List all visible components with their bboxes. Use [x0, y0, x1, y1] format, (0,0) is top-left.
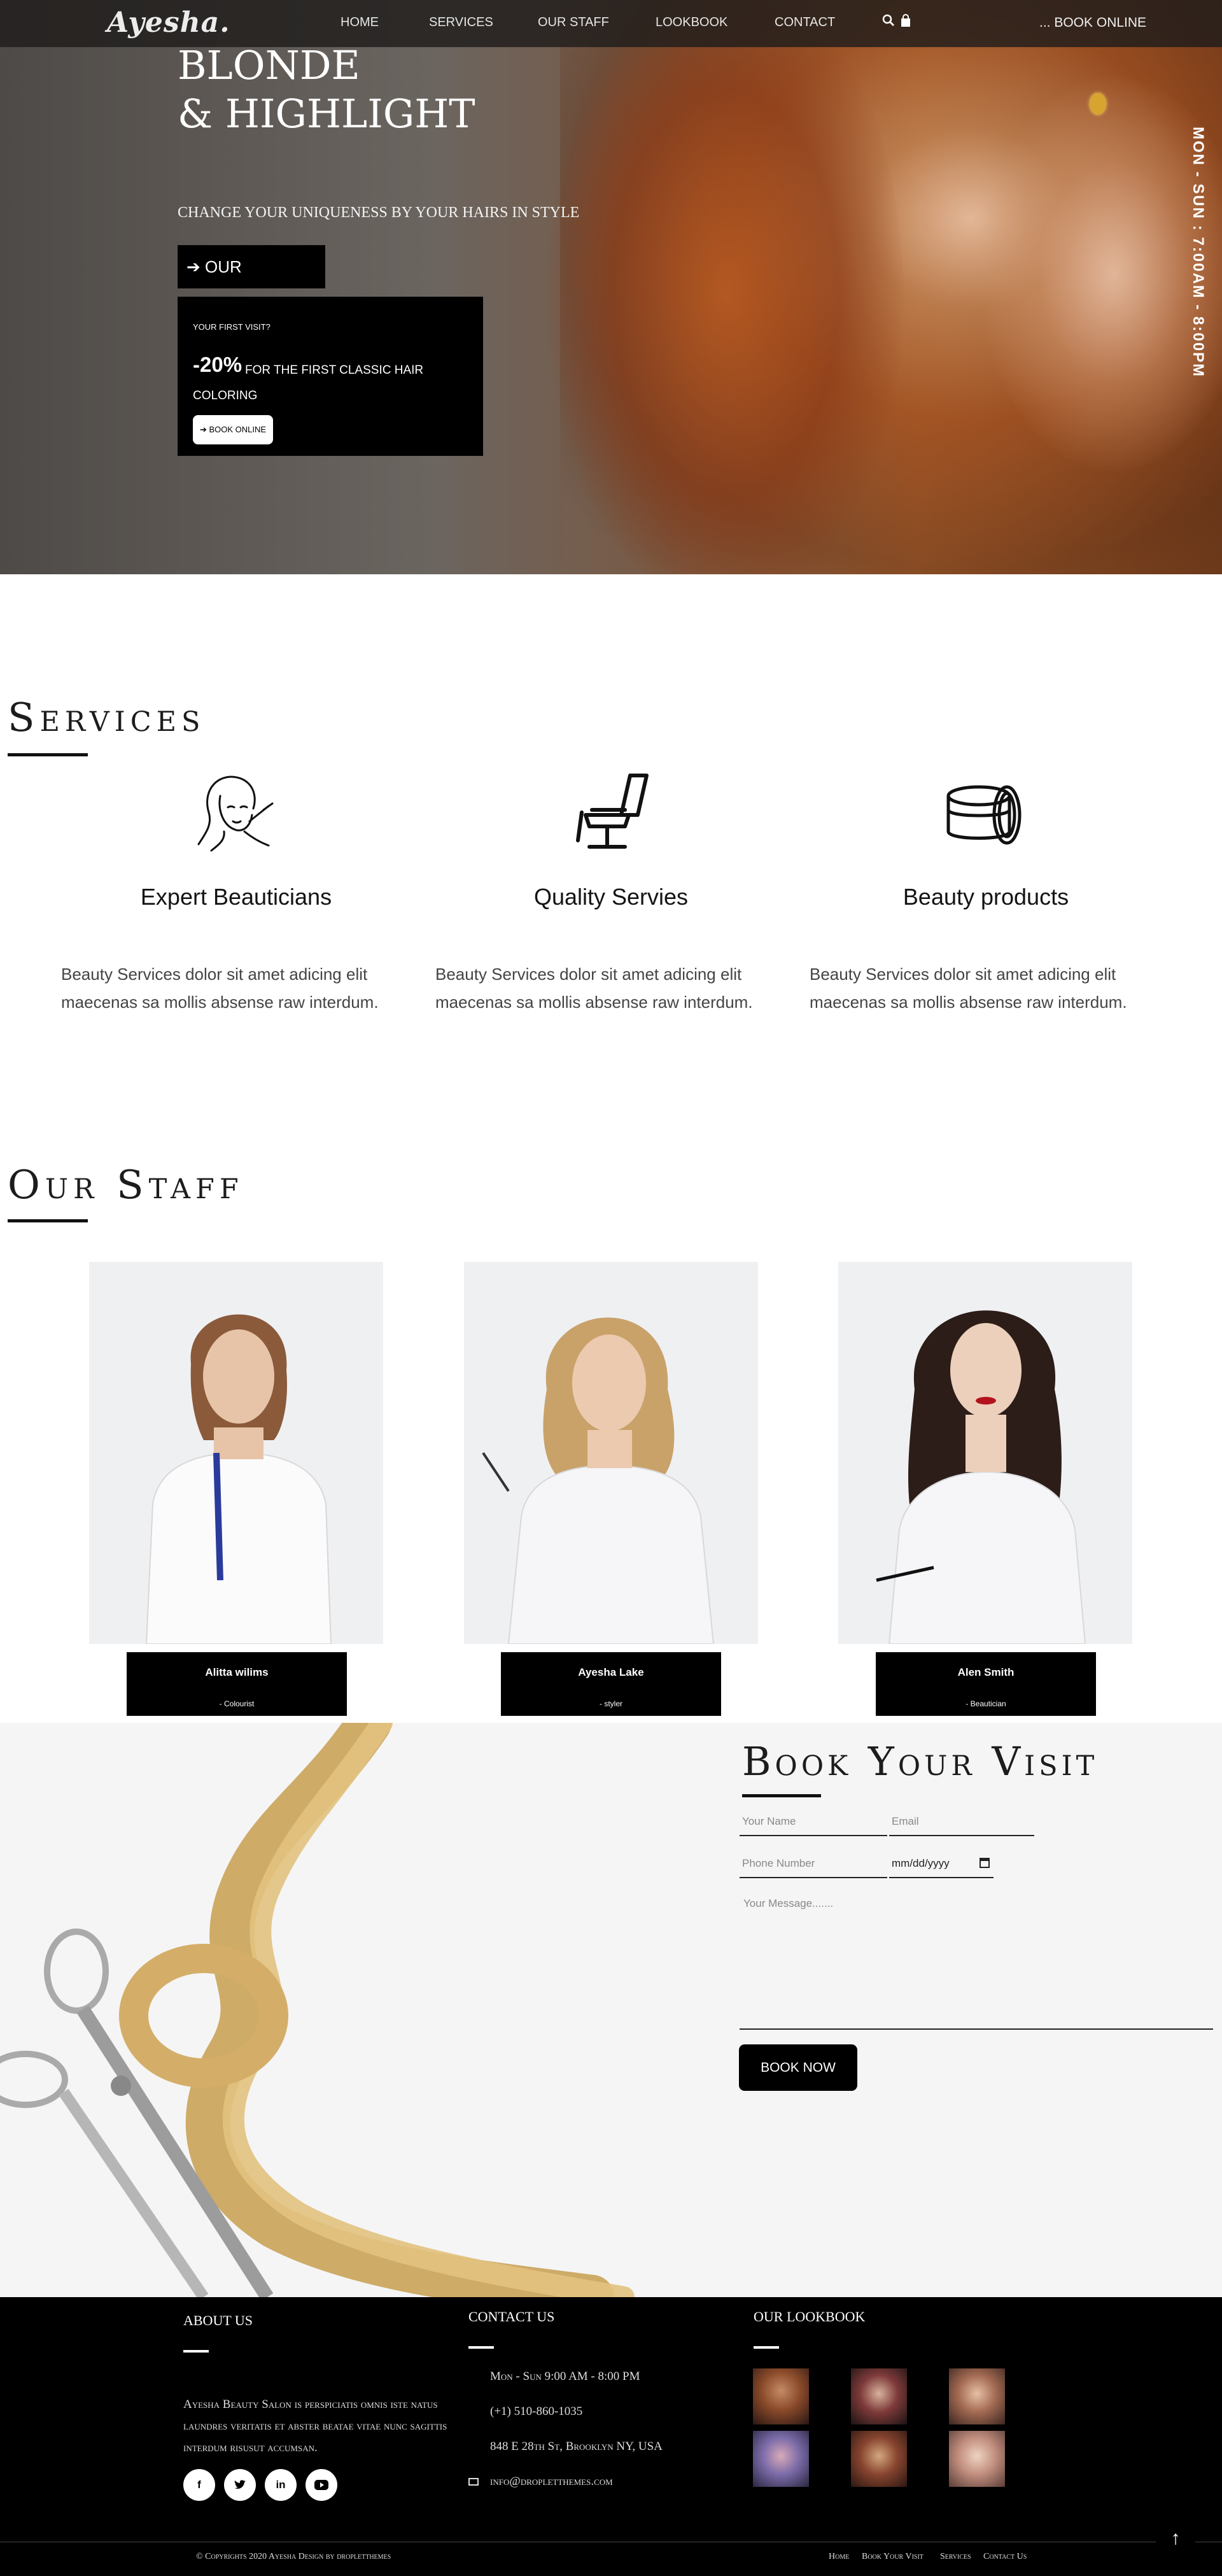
staff-name: Alen Smith	[957, 1666, 1015, 1678]
service-title-expert-beauticians: Expert Beauticians	[140, 884, 332, 910]
footer-address: 848 E 28th St, Brooklyn NY, USA	[490, 2440, 663, 2453]
linkedin-icon[interactable]: in	[265, 2469, 297, 2501]
arrow-right-icon: ➔	[186, 257, 200, 276]
opening-hours-text: MON - SUN : 7:00AM - 8:00PM	[1190, 127, 1207, 378]
promo-book-online-label: BOOK ONLINE	[209, 425, 267, 434]
lookbook-thumb[interactable]	[949, 2368, 1005, 2424]
nav-home[interactable]: HOME	[341, 15, 379, 30]
envelope-icon	[468, 2478, 479, 2486]
staff-role: - Beautician	[966, 1699, 1006, 1708]
service-desc-expert-beauticians: Beauty Services dolor sit amet adicing e…	[61, 965, 379, 1012]
lookbook-thumb[interactable]	[949, 2431, 1005, 2487]
search-icon[interactable]	[881, 14, 895, 29]
hero-title-line1: BLONDE	[178, 42, 360, 88]
footer-about-title: ABOUT US	[183, 2312, 253, 2328]
nav-lookbook[interactable]: LOOKBOOK	[656, 15, 727, 30]
services-title: Services	[8, 694, 206, 740]
nav-book-online[interactable]: ... BOOK ONLINE	[1039, 15, 1146, 31]
footer-link-home[interactable]: Home	[829, 2552, 849, 2562]
salon-chair-icon	[566, 770, 656, 853]
book-now-button[interactable]: BOOK NOW	[739, 2044, 857, 2091]
footer-hours: Mon - Sun 9:00 AM - 8:00 PM	[490, 2370, 640, 2383]
staff-photo-ayesha	[464, 1262, 758, 1644]
staff-name: Alitta wilims	[205, 1666, 269, 1678]
footer-contact-underline	[468, 2346, 494, 2349]
book-visit-underline	[742, 1794, 821, 1797]
hair-and-scissors-image	[0, 1723, 635, 2297]
footer-link-services[interactable]: Services	[940, 2552, 971, 2562]
service-desc-beauty-products: Beauty Services dolor sit amet adicing e…	[810, 965, 1127, 1012]
nav-our-staff[interactable]: OUR STAFF	[538, 15, 609, 30]
footer-link-book-your-visit[interactable]: Book Your Visit	[862, 2552, 924, 2562]
staff-card-alen: Alen Smith - Beautician	[876, 1652, 1096, 1716]
date-placeholder: mm/dd/yyyy	[892, 1857, 950, 1869]
promo-heading: YOUR FIRST VISIT?	[193, 322, 270, 332]
lookbook-thumb[interactable]	[851, 2368, 907, 2424]
nav-services[interactable]: SERVICES	[429, 15, 493, 30]
lookbook-thumb[interactable]	[753, 2368, 809, 2424]
hero-banner: BLONDE & HIGHLIGHT CHANGE YOUR UNIQUENES…	[0, 0, 1222, 574]
service-title-quality-servies: Quality Servies	[533, 884, 689, 910]
top-navbar: Ayesha. HOME SERVICES OUR STAFF LOOKBOOK…	[0, 0, 1222, 47]
email-input[interactable]: Email	[889, 1807, 1034, 1836]
cart-icon[interactable]	[899, 14, 913, 29]
facebook-icon[interactable]: f	[183, 2469, 215, 2501]
date-input[interactable]: mm/dd/yyyy	[889, 1849, 994, 1878]
service-desc-quality-servies: Beauty Services dolor sit amet adicing e…	[435, 965, 753, 1012]
footer-contact-title: CONTACT US	[468, 2309, 555, 2325]
staff-title-underline	[8, 1219, 88, 1222]
footer-email[interactable]: info@dropletthemes.com	[490, 2471, 613, 2493]
staff-photo-alen	[838, 1262, 1132, 1644]
promo-text: FOR THE FIRST CLASSIC HAIR COLORING	[193, 364, 424, 402]
copyright-text: © Copyrights 2020 Ayesha Design by dropl…	[196, 2552, 391, 2561]
footer-lookbook-title: OUR LOOKBOOK	[754, 2309, 866, 2325]
footer-about-text: Ayesha Beauty Salon is perspiciatis omni…	[183, 2398, 447, 2454]
phone-input[interactable]: Phone Number	[740, 1849, 887, 1878]
hero-title-line2: & HIGHLIGHT	[178, 90, 475, 137]
hero-hair-image	[547, 0, 904, 574]
staff-photo-alitta	[89, 1262, 383, 1644]
lookbook-thumb[interactable]	[753, 2431, 809, 2487]
services-title-underline	[8, 753, 88, 756]
staff-title: Our Staff	[8, 1161, 244, 1208]
nav-contact[interactable]: CONTACT	[775, 15, 835, 30]
footer-about-underline	[183, 2350, 209, 2353]
cream-jar-icon	[941, 770, 1030, 853]
footer-phone: (+1) 510-860-1035	[490, 2405, 583, 2418]
staff-card-ayesha: Ayesha Lake - styler	[501, 1652, 721, 1716]
hero-subtitle: CHANGE YOUR UNIQUENESS BY YOUR HAIRS IN …	[178, 204, 580, 221]
arrow-up-icon: ↑	[1170, 2528, 1181, 2549]
name-input[interactable]: Your Name	[740, 1807, 887, 1836]
our-services-button[interactable]: ➔ OUR SERVICES	[178, 245, 325, 320]
makeup-woman-icon	[192, 770, 281, 853]
staff-role: - styler	[600, 1699, 622, 1708]
message-textarea[interactable]: Your Message.......	[740, 1893, 1213, 2030]
promo-book-online-button[interactable]: ➔ BOOK ONLINE	[193, 415, 273, 444]
first-visit-promo: YOUR FIRST VISIT? -20% FOR THE FIRST CLA…	[178, 297, 483, 456]
staff-card-alitta: Alitta wilims - Colourist	[127, 1652, 347, 1716]
footer-link-contact-us[interactable]: Contact Us	[983, 2552, 1027, 2562]
staff-role: - Colourist	[219, 1699, 255, 1708]
youtube-icon[interactable]	[306, 2469, 337, 2501]
arrow-right-icon: ➔	[199, 425, 207, 434]
twitter-icon[interactable]	[224, 2469, 256, 2501]
calendar-icon[interactable]	[980, 1858, 990, 1868]
opening-hours-vertical: MON - SUN : 7:00AM - 8:00PM	[1185, 127, 1211, 378]
footer-lookbook-underline	[754, 2346, 779, 2349]
staff-name: Ayesha Lake	[578, 1666, 644, 1678]
scroll-to-top-button[interactable]: ↑	[1156, 2523, 1195, 2554]
lookbook-thumb[interactable]	[851, 2431, 907, 2487]
site-logo[interactable]: Ayesha.	[107, 6, 230, 39]
earring-image	[1090, 93, 1106, 115]
book-visit-title: Book Your Visit	[742, 1738, 1099, 1785]
service-title-beauty-products: Beauty products	[902, 884, 1069, 910]
